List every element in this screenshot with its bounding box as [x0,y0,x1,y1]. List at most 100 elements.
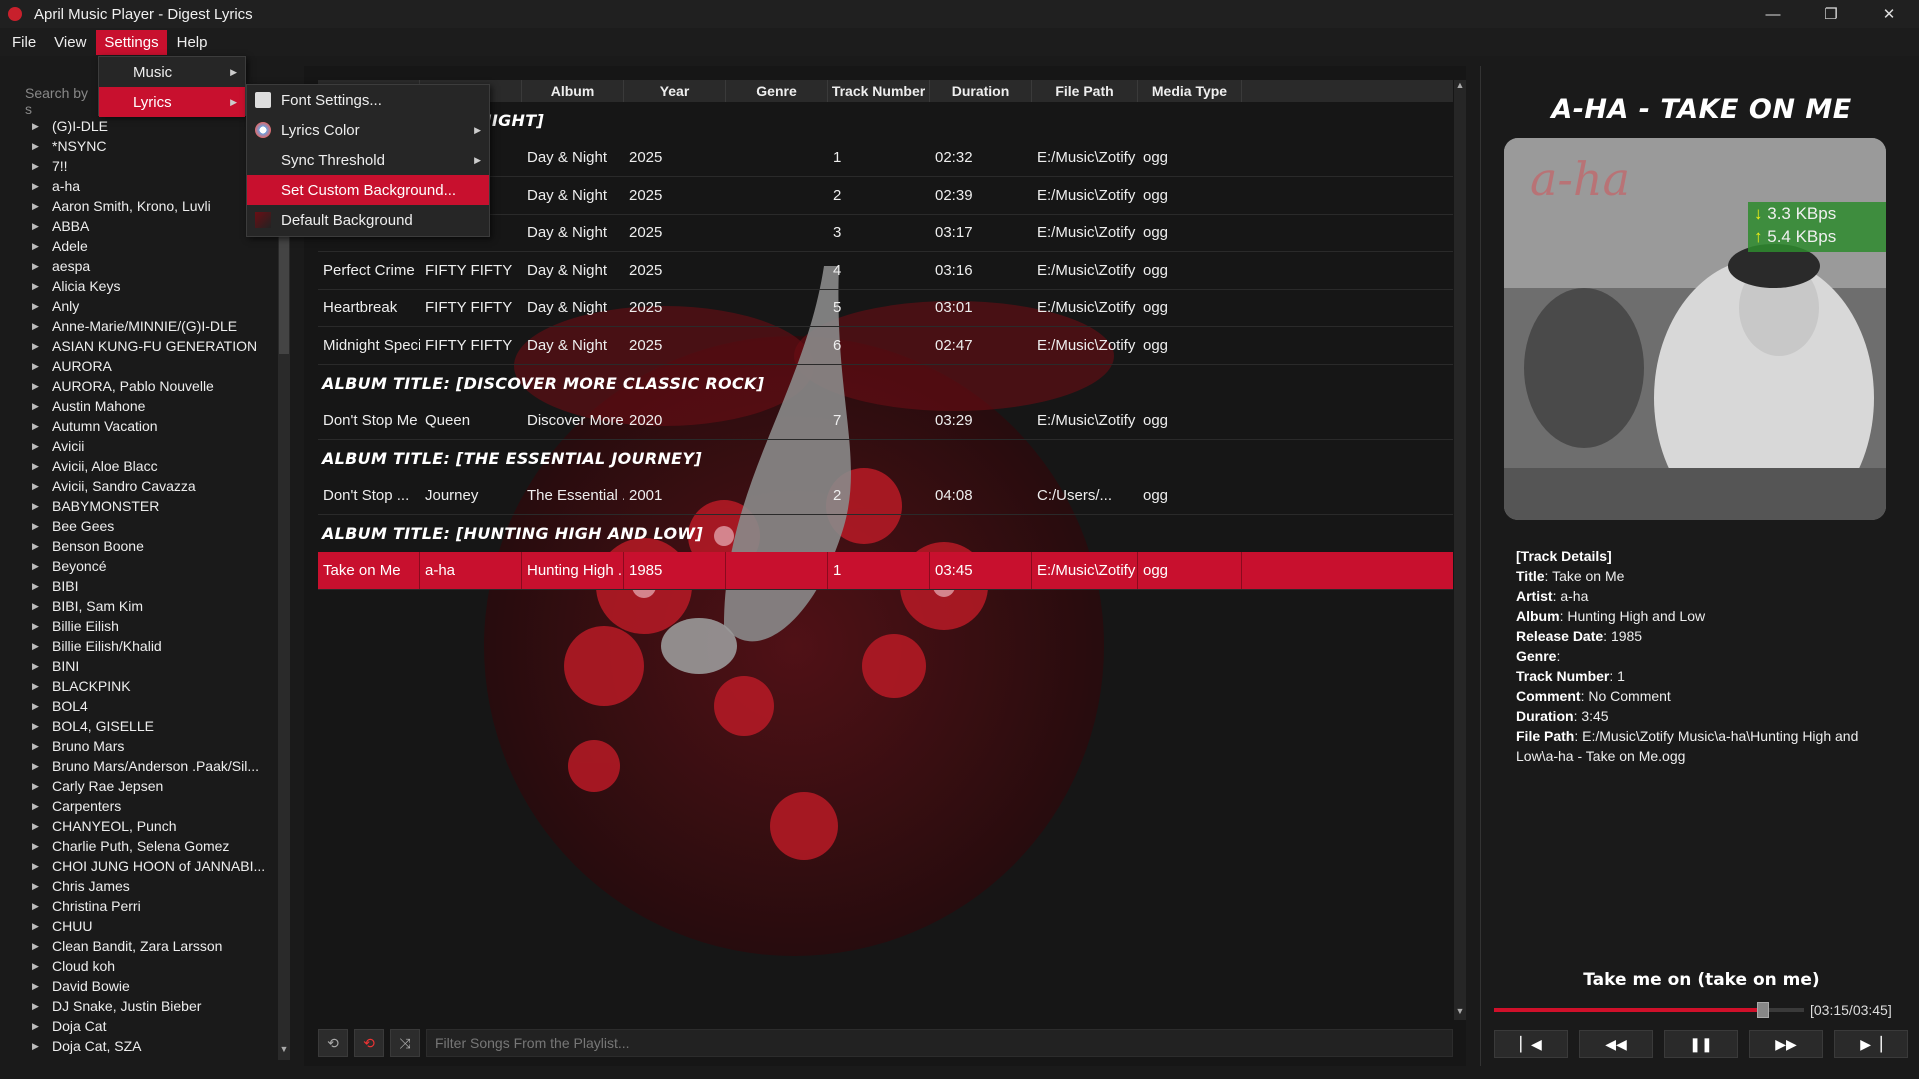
menu-help[interactable]: Help [169,30,216,55]
expand-arrow-icon[interactable]: ▶ [32,241,42,252]
column-header[interactable]: Genre [726,80,828,102]
loop-playlist-button[interactable]: ⟲ [318,1029,348,1057]
scroll-down-icon[interactable]: ▼ [278,1044,290,1060]
artist-tree-item[interactable]: ▶ ABBA [20,216,278,236]
playlist-scrollbar[interactable]: ▲ ▼ [1454,80,1466,1020]
artist-tree-item[interactable]: ▶ ASIAN KUNG-FU GENERATION [20,336,278,356]
expand-arrow-icon[interactable]: ▶ [32,941,42,952]
artist-tree-item[interactable]: ▶ BABYMONSTER [20,496,278,516]
artist-tree-item[interactable]: ▶ *NSYNC [20,136,278,156]
table-row[interactable]: Don't Stop Me ... Queen Discover More ... 2… [318,402,1453,440]
column-header[interactable]: Media Type [1138,80,1242,102]
expand-arrow-icon[interactable]: ▶ [32,641,42,652]
next-track-button[interactable]: ▶▕ [1834,1030,1908,1058]
artist-tree-item[interactable]: ▶ aespa [20,256,278,276]
expand-arrow-icon[interactable]: ▶ [32,881,42,892]
artist-tree-item[interactable]: ▶ BIBI [20,576,278,596]
artist-tree-item[interactable]: ▶ CHANYEOL, Punch [20,816,278,836]
scroll-down-icon[interactable]: ▼ [1454,1006,1466,1020]
expand-arrow-icon[interactable]: ▶ [32,861,42,872]
expand-arrow-icon[interactable]: ▶ [32,741,42,752]
artist-tree-item[interactable]: ▶ Benson Boone [20,536,278,556]
artist-tree-item[interactable]: ▶ Charlie Puth, Selena Gomez [20,836,278,856]
artist-tree-item[interactable]: ▶ Billie Eilish/Khalid [20,636,278,656]
expand-arrow-icon[interactable]: ▶ [32,501,42,512]
repeat-one-button[interactable]: ⟲ [354,1029,384,1057]
menu-item-set-custom-background[interactable]: Set Custom Background... [247,175,489,205]
expand-arrow-icon[interactable]: ▶ [32,1021,42,1032]
minimize-button[interactable]: — [1744,0,1802,28]
artist-tree-item[interactable]: ▶ DJ Snake, Justin Bieber [20,996,278,1016]
artist-tree-item[interactable]: ▶ CHUU [20,916,278,936]
artist-tree-item[interactable]: ▶ Carpenters [20,796,278,816]
artist-tree-item[interactable]: ▶ Cloud koh [20,956,278,976]
artist-scrollbar[interactable]: ▼ [278,116,290,1060]
artist-tree-item[interactable]: ▶ 7!! [20,156,278,176]
artist-tree-item[interactable]: ▶ Chris James [20,876,278,896]
rewind-button[interactable]: ◀◀ [1579,1030,1653,1058]
artist-tree-item[interactable]: ▶ Beyoncé [20,556,278,576]
artist-tree-item[interactable]: ▶ Avicii [20,436,278,456]
artist-tree-item[interactable]: ▶ (G)I-DLE [20,116,278,136]
expand-arrow-icon[interactable]: ▶ [32,601,42,612]
artist-tree-item[interactable]: ▶ Adele [20,236,278,256]
artist-tree-item[interactable]: ▶ Clean Bandit, Zara Larsson [20,936,278,956]
expand-arrow-icon[interactable]: ▶ [32,461,42,472]
expand-arrow-icon[interactable]: ▶ [32,561,42,572]
expand-arrow-icon[interactable]: ▶ [32,901,42,912]
restore-button[interactable]: ❐ [1802,0,1860,28]
expand-arrow-icon[interactable]: ▶ [32,821,42,832]
table-row[interactable]: Midnight Special FIFTY FIFTY Day & Night 20… [318,327,1453,365]
expand-arrow-icon[interactable]: ▶ [32,401,42,412]
expand-arrow-icon[interactable]: ▶ [32,1041,42,1052]
fast-forward-button[interactable]: ▶▶ [1749,1030,1823,1058]
artist-search-input[interactable]: Search by s [20,80,96,117]
expand-arrow-icon[interactable]: ▶ [32,361,42,372]
menu-settings[interactable]: Settings [96,29,167,55]
table-row[interactable]: Heartbreak FIFTY FIFTY Day & Night 2025 5 03:… [318,290,1453,327]
artist-tree-item[interactable]: ▶ Autumn Vacation [20,416,278,436]
expand-arrow-icon[interactable]: ▶ [32,761,42,772]
artist-tree-item[interactable]: ▶ Anly [20,296,278,316]
column-header[interactable]: Track Number [828,80,930,102]
artist-tree-item[interactable]: ▶ Alicia Keys [20,276,278,296]
expand-arrow-icon[interactable]: ▶ [32,1001,42,1012]
expand-arrow-icon[interactable]: ▶ [32,341,42,352]
previous-track-button[interactable]: ▏◀ [1494,1030,1568,1058]
pause-button[interactable]: ❚❚ [1664,1030,1738,1058]
expand-arrow-icon[interactable]: ▶ [32,621,42,632]
artist-tree-item[interactable]: ▶ BOL4 [20,696,278,716]
expand-arrow-icon[interactable]: ▶ [32,781,42,792]
artist-tree-item[interactable]: ▶ BLACKPINK [20,676,278,696]
close-button[interactable]: ✕ [1860,0,1918,28]
expand-arrow-icon[interactable]: ▶ [32,721,42,732]
expand-arrow-icon[interactable]: ▶ [32,801,42,812]
expand-arrow-icon[interactable]: ▶ [32,301,42,312]
artist-tree-item[interactable]: ▶ Christina Perri [20,896,278,916]
menu-item-sync-threshold[interactable]: Sync Threshold ▶ [247,145,489,175]
expand-arrow-icon[interactable]: ▶ [32,261,42,272]
menu-file[interactable]: File [4,30,44,55]
scroll-up-icon[interactable]: ▲ [1454,80,1466,94]
playlist-filter-input[interactable]: Filter Songs From the Playlist... [426,1029,1453,1057]
table-row[interactable]: Don't Stop ... Journey The Essential ... 20… [318,477,1453,515]
expand-arrow-icon[interactable]: ▶ [32,321,42,332]
expand-arrow-icon[interactable]: ▶ [32,281,42,292]
expand-arrow-icon[interactable]: ▶ [32,421,42,432]
artist-tree-item[interactable]: ▶ AURORA, Pablo Nouvelle [20,376,278,396]
artist-tree-item[interactable]: ▶ BOL4, GISELLE [20,716,278,736]
artist-tree-item[interactable]: ▶ Avicii, Aloe Blacc [20,456,278,476]
expand-arrow-icon[interactable]: ▶ [32,201,42,212]
artist-tree-item[interactable]: ▶ BINI [20,656,278,676]
artist-tree-item[interactable]: ▶ CHOI JUNG HOON of JANNABI... [20,856,278,876]
expand-arrow-icon[interactable]: ▶ [32,381,42,392]
expand-arrow-icon[interactable]: ▶ [32,141,42,152]
artist-tree-item[interactable]: ▶ Bruno Mars [20,736,278,756]
artist-tree-item[interactable]: ▶ Doja Cat [20,1016,278,1036]
expand-arrow-icon[interactable]: ▶ [32,541,42,552]
expand-arrow-icon[interactable]: ▶ [32,581,42,592]
menu-item-default-background[interactable]: Default Background [247,205,489,235]
column-header[interactable]: File Path [1032,80,1138,102]
expand-arrow-icon[interactable]: ▶ [32,181,42,192]
menu-item-lyrics-color[interactable]: Lyrics Color ▶ [247,115,489,145]
